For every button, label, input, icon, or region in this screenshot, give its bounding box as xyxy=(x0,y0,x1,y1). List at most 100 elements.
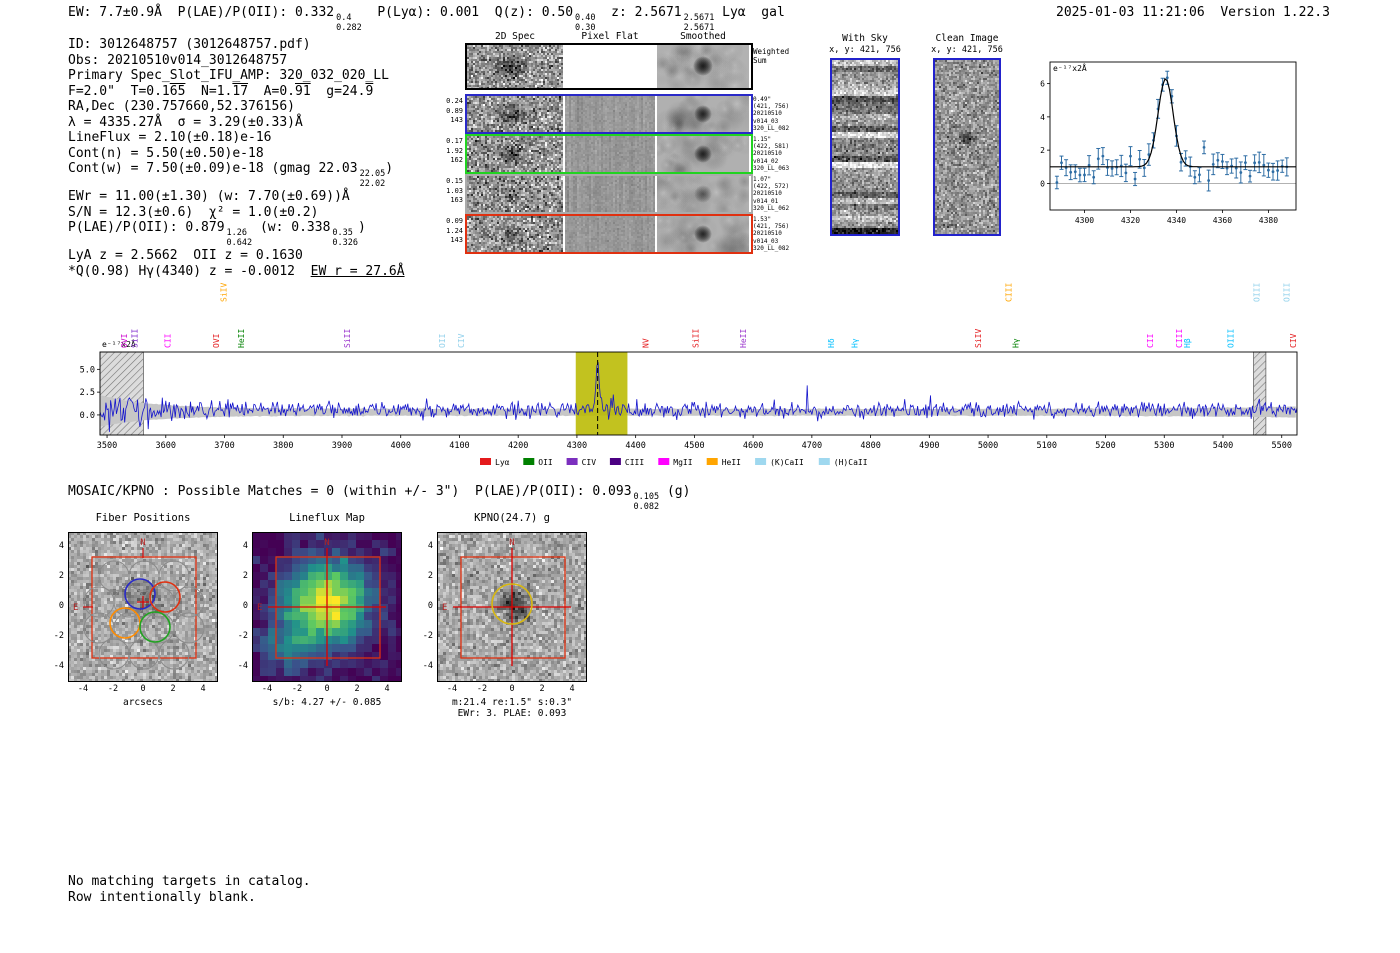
full-spectrum-plot: 3500360037003800390040004100420043004400… xyxy=(60,272,1340,477)
detection-highlight-band xyxy=(576,352,628,435)
legend-label: Lyα xyxy=(495,458,510,467)
emission-line-label: OVI xyxy=(212,333,221,348)
cutout-title-lineflux-map: Lineflux Map xyxy=(240,512,414,524)
timestamp-version: 2025-01-03 11:21:06 Version 1.22.3 xyxy=(1056,5,1330,21)
info-line-9: EWr = 11.00(±1.30) (w: 7.70(±0.69))Å xyxy=(68,189,405,205)
spec2d-row-2-smoothed-image xyxy=(657,176,749,212)
cutout-y-tick: 2 xyxy=(46,571,64,581)
x-tick-label: 4300 xyxy=(567,441,587,451)
legend-label: (H)CaII xyxy=(834,458,868,467)
info-line-7: Cont(n) = 5.50(±0.50)e-18 xyxy=(68,146,405,162)
col-title-pixel-flat: Pixel Flat xyxy=(565,31,655,42)
cutout-x-tick: -4 xyxy=(73,684,93,694)
cutout-y-tick: -2 xyxy=(230,631,248,641)
cutout-caption: m:21.4 re:1.5" s:0.3" xyxy=(417,697,607,708)
info-line-4: RA,Dec (230.757660,52.376156) xyxy=(68,99,405,115)
spec2d-weighted-2dspec-image xyxy=(467,45,563,88)
x-tick-label: 3500 xyxy=(97,441,117,451)
fraction-uncertainty: 0.1050.082 xyxy=(634,493,660,512)
plot-frame xyxy=(1050,62,1296,210)
col-title-2d-spec: 2D Spec xyxy=(467,31,563,42)
cutout-x-tick: -2 xyxy=(472,684,492,694)
spec2d-row-1-weights: 0.171.92162 xyxy=(438,137,463,166)
x-tick-label: 5200 xyxy=(1095,441,1115,451)
spec2d-row-2-2dspec-image xyxy=(467,176,563,212)
cutout-y-tick: 0 xyxy=(46,601,64,611)
cutout-x-tick: 0 xyxy=(502,684,522,694)
spec2d-row-3-smoothed-image xyxy=(657,216,749,252)
summary-header: EW: 7.7±0.9Å P(LAE)/P(OII): 0.3320.40.28… xyxy=(68,5,785,33)
fraction-uncertainty: 0.40.282 xyxy=(336,14,362,33)
cutout-x-tick: -2 xyxy=(287,684,307,694)
info-line-5: λ = 4335.27Å σ = 3.29(±0.33)Å xyxy=(68,115,405,131)
x-tick-label: 4000 xyxy=(390,441,410,451)
x-tick-label: 4600 xyxy=(743,441,763,451)
emission-line-label: SiIV xyxy=(219,283,228,302)
x-tick-label: 5000 xyxy=(978,441,998,451)
legend-label: MgII xyxy=(673,458,692,467)
x-tick-label: 3600 xyxy=(156,441,176,451)
detection-info-block: ID: 3012648757 (3012648757.pdf)Obs: 2021… xyxy=(68,37,405,279)
fiber-positions-frame xyxy=(68,532,218,682)
plot-frame xyxy=(100,352,1297,435)
emission-line-label: SiII xyxy=(131,329,140,348)
clean-image-coords: x, y: 421, 756 xyxy=(918,45,1016,55)
elixer-report-page: EW: 7.7±0.9Å P(LAE)/P(OII): 0.3320.40.28… xyxy=(0,0,1400,953)
spec2d-row-2-pixelflat-image xyxy=(565,176,655,212)
info-line-11: P(LAE)/P(OII): 0.8791.260.642 (w: 0.3380… xyxy=(68,220,405,248)
footer-line-2: Row intentionally blank. xyxy=(68,890,256,906)
x-tick-label: 3800 xyxy=(273,441,293,451)
with-sky-image xyxy=(832,60,898,234)
spec2d-weighted-smoothed-image xyxy=(657,45,749,88)
cutout-y-tick: 4 xyxy=(230,541,248,551)
emission-line-label: SiII xyxy=(343,329,352,348)
legend-swatch xyxy=(755,458,766,465)
col-title-smoothed: Smoothed xyxy=(657,31,749,42)
x-tick-label: 4800 xyxy=(860,441,880,451)
spec2d-row-0-smoothed-image xyxy=(657,96,749,132)
cutout-y-tick: 4 xyxy=(46,541,64,551)
cutout-x-tick: 0 xyxy=(317,684,337,694)
spec2d-row-0-2dspec-image xyxy=(467,96,563,132)
emission-line-label: CII xyxy=(164,333,173,348)
spec2d-row-3-2dspec-image xyxy=(467,216,563,252)
cutout-x-tick: 2 xyxy=(163,684,183,694)
cutout-y-tick: -2 xyxy=(46,631,64,641)
emission-line-label: Hγ xyxy=(1012,338,1021,348)
cutout-caption: EWr: 3. PLAE: 0.093 xyxy=(417,708,607,719)
emission-line-label: SiIV xyxy=(974,329,983,348)
spec2d-row-0-pixelflat-image xyxy=(565,96,655,132)
x-tick-label: 4300 xyxy=(1075,216,1094,225)
emission-line-label: Hβ xyxy=(1183,338,1192,348)
y-tick-label: 0 xyxy=(1040,179,1045,188)
spec2d-row-2-annotation: 1.07"(422, 572)20210510v014_01320_LL_062 xyxy=(753,176,801,212)
spectrum-line xyxy=(100,362,1297,432)
cutout-x-tick: -4 xyxy=(257,684,277,694)
y-tick-label: 2 xyxy=(1040,146,1045,155)
zoom-spectrum-plot: 430043204340436043800246e⁻¹⁷x2Å xyxy=(1020,48,1310,238)
spec2d-row-3-annotation: 1.53"(421, 756)20210510v014_03320_LL_082 xyxy=(753,216,801,252)
y-tick-label: 6 xyxy=(1040,80,1045,89)
info-line-1: Obs: 20210510v014_3012648757 xyxy=(68,53,405,69)
cutout-title-kpno-g: KPNO(24.7) g xyxy=(425,512,599,524)
emission-line-label: OVI xyxy=(120,333,129,348)
emission-line-label: CIV xyxy=(1289,333,1298,348)
cutout-x-tick: 0 xyxy=(133,684,153,694)
emission-line-label: Hδ xyxy=(827,338,836,348)
y-tick-label: 5.0 xyxy=(80,365,95,375)
x-tick-label: 4340 xyxy=(1167,216,1186,225)
flux-units-label: e⁻¹⁷x2Å xyxy=(1053,62,1087,73)
emission-line-label: OIII xyxy=(1252,283,1261,302)
emission-line-label: OII xyxy=(438,333,447,348)
x-tick-label: 4700 xyxy=(802,441,822,451)
cutout-y-tick: -2 xyxy=(415,631,433,641)
info-line-10: S/N = 12.3(±0.6) χ² = 1.0(±0.2) xyxy=(68,205,405,221)
kpno-g-frame xyxy=(437,532,587,682)
legend-swatch xyxy=(567,458,578,465)
emission-line-label: HeII xyxy=(739,329,748,348)
cutout-y-tick: -4 xyxy=(230,661,248,671)
x-tick-label: 3900 xyxy=(332,441,352,451)
legend-swatch xyxy=(658,458,669,465)
cutout-y-tick: -4 xyxy=(46,661,64,671)
spec2d-row-3-weights: 0.091.24143 xyxy=(438,217,463,246)
